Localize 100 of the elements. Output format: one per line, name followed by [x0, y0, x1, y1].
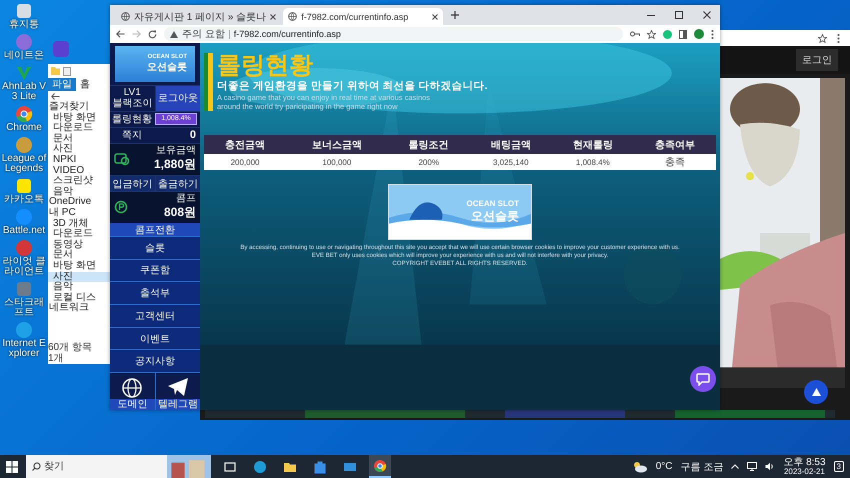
menu-item[interactable]: 쿠폰함 [110, 258, 200, 282]
message-count: 0 [190, 129, 197, 142]
icon-label: Chrome [6, 123, 42, 133]
globe-icon [121, 12, 130, 21]
maximize-icon[interactable] [675, 11, 683, 19]
logout-button[interactable]: 로그아웃 [154, 86, 200, 111]
comp-label: 콤프 [176, 194, 196, 204]
minimize-icon[interactable] [647, 14, 655, 16]
tree-item[interactable]: 스크린샷 [48, 176, 110, 187]
close-icon[interactable] [703, 11, 711, 19]
point-coin-icon [114, 200, 128, 214]
search-icon [32, 462, 41, 471]
shopping-bag-icon [313, 460, 327, 474]
tree-item[interactable]: 즐겨찾기 [48, 102, 110, 113]
menu-item[interactable]: 출석부 [110, 281, 200, 304]
warning-icon [170, 30, 178, 38]
icon-label: 카카오톡 [4, 195, 44, 205]
menu-item[interactable]: 이벤트 [110, 326, 200, 350]
weather-text[interactable]: 구름 조금 [680, 460, 724, 474]
star-icon[interactable] [647, 30, 656, 38]
reload-icon[interactable] [148, 30, 157, 38]
chrome-icon [373, 458, 387, 472]
browser-tab[interactable]: 자유게시판 1 페이지 » 슬롯나 [116, 8, 282, 25]
tree-item[interactable]: 문서 [48, 134, 110, 144]
speaker-icon[interactable] [765, 462, 776, 471]
user-name: 블랙조이 [112, 98, 152, 110]
task-view-icon [223, 460, 237, 474]
triangle-icon [812, 388, 820, 396]
tree-item[interactable]: 사진 [48, 272, 110, 282]
search-field[interactable]: 찾기 [26, 455, 167, 478]
clock[interactable]: 오후 8:53 2023-02-21 [783, 458, 826, 476]
weather-cloud-icon[interactable] [632, 460, 648, 472]
notification-button[interactable]: 3 [834, 461, 844, 472]
withdraw-button[interactable]: 출금하기 [154, 176, 200, 191]
chevron-up-icon[interactable] [731, 464, 740, 469]
close-icon[interactable] [432, 14, 438, 20]
tree-item[interactable]: 바탕 화면 [48, 260, 110, 272]
tree-item[interactable]: 네트워크 [48, 303, 110, 314]
address-bar[interactable]: 주의 요함 f-7982.com/currentinfo.asp [164, 27, 623, 41]
ribbon-tab[interactable]: 홈 [76, 78, 94, 91]
tree-item[interactable]: 3D 개체 [48, 218, 110, 230]
app-icon[interactable] [15, 2, 33, 20]
login-button[interactable]: 로그인 [796, 49, 838, 71]
paper-plane-icon[interactable] [166, 377, 189, 398]
tree-item[interactable]: 바탕 화면 [48, 112, 110, 124]
star-icon[interactable] [818, 34, 827, 42]
icon-label: AhnLab V3 Lite [1, 82, 47, 102]
rolling-label: 롤링현황 [111, 113, 153, 126]
user-level: LV1 [124, 87, 141, 98]
icon-label: League of Legends [0, 154, 48, 174]
side-panel-icon[interactable] [679, 30, 687, 38]
security-label: 주의 요함 [182, 28, 225, 41]
scroll-top-button[interactable] [804, 380, 828, 404]
weather-temperature[interactable]: 0°C [656, 461, 673, 472]
icon-label: 휴지통 [9, 20, 39, 30]
new-tab-icon[interactable] [451, 11, 460, 19]
deposit-button[interactable]: 입금하기 [110, 176, 154, 191]
comp-convert-button[interactable]: 콤프전환 [110, 222, 200, 236]
globe-icon[interactable] [121, 377, 144, 400]
app-icon[interactable] [15, 177, 33, 195]
menu-item[interactable]: 슬롯 [110, 236, 200, 259]
app-icon[interactable] [15, 105, 33, 123]
url-text: f-7982.com/currentinfo.asp [234, 29, 341, 39]
status-text: 1개 [48, 353, 64, 364]
status-text: 60개 항목 [48, 342, 92, 353]
ribbon-tab[interactable]: 파일 [48, 78, 76, 91]
taskbar-app[interactable] [369, 455, 391, 478]
back-icon[interactable] [116, 30, 125, 38]
menu-item[interactable]: 고객센터 [110, 304, 200, 327]
tree-item[interactable]: NPKI [48, 154, 110, 166]
avatar-icon[interactable] [694, 29, 704, 39]
icon-label: Internet Explorer [1, 339, 47, 359]
icon-label: 네이트온 [4, 51, 44, 61]
menu-item[interactable]: 공지사항 [110, 349, 200, 372]
tree-item[interactable]: VIDEO [48, 166, 110, 176]
start-icon[interactable] [6, 460, 18, 472]
icon-label: 라이엇 클라이언트 [2, 257, 46, 277]
tree-item[interactable]: 내 PC [48, 208, 110, 219]
browser-tab[interactable]: f-7982.com/currentinfo.asp [283, 8, 444, 25]
tree-item[interactable]: 동영상 [48, 240, 110, 250]
icon-label: 스타크래프트 [3, 298, 45, 318]
tree-item[interactable]: 사진 [48, 144, 110, 155]
balance-amount: 1,880원 [154, 156, 196, 173]
tree-item[interactable]: 음악 [48, 186, 110, 198]
tree-item[interactable]: 음악 [48, 282, 110, 293]
key-icon[interactable] [630, 31, 640, 37]
link-label[interactable]: 텔레그램 [156, 399, 200, 410]
tree-item[interactable]: 로컬 디스 [48, 292, 110, 304]
tree-item[interactable]: OneDrive [48, 197, 110, 208]
tree-item[interactable]: 다운로드 [48, 123, 110, 134]
document-icon[interactable] [63, 66, 71, 76]
monitor-icon[interactable] [747, 462, 758, 471]
back-icon[interactable] [51, 93, 60, 100]
tree-item[interactable]: 다운로드 [48, 229, 110, 240]
link-label[interactable]: 도메인 [110, 399, 154, 410]
menu-icon[interactable] [711, 30, 714, 38]
close-icon[interactable] [270, 14, 276, 20]
menu-icon[interactable] [837, 34, 840, 42]
messages-label: 쪽지 [121, 129, 143, 142]
tree-item[interactable]: 문서 [48, 250, 110, 261]
